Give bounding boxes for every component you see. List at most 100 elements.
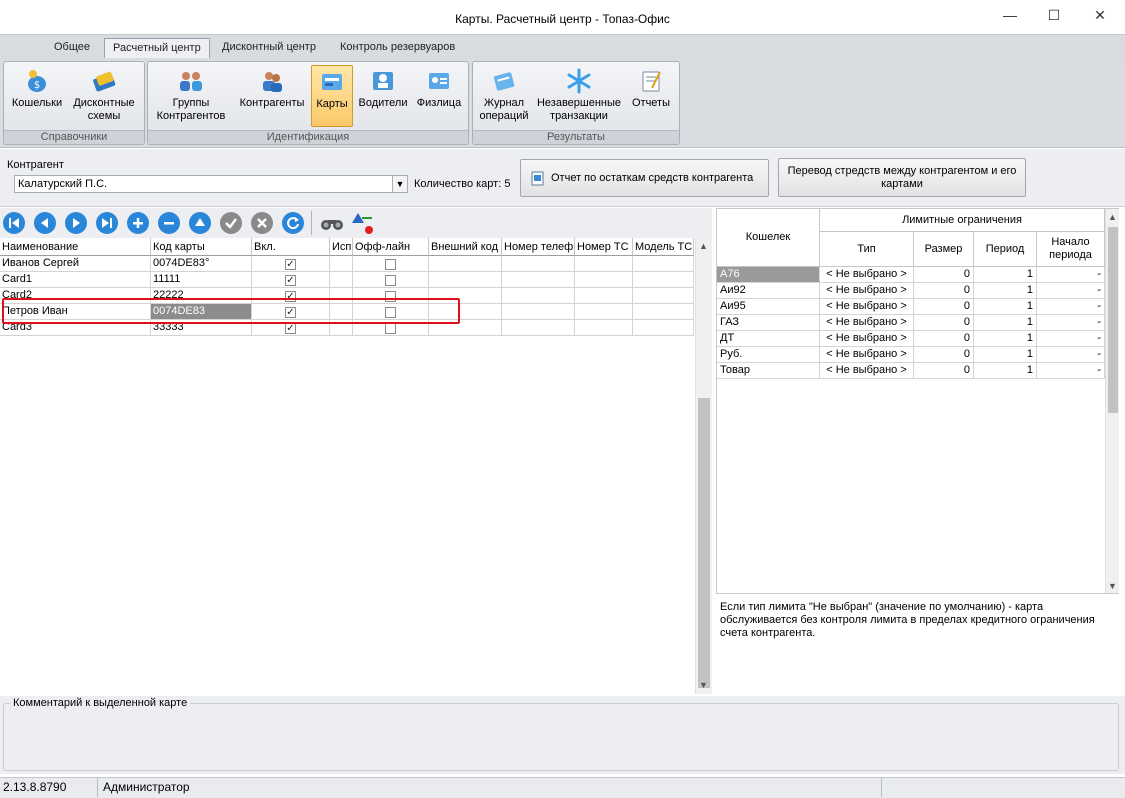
- column-header-enabled[interactable]: Вкл.: [252, 238, 330, 256]
- cards-grid[interactable]: Наименование Код карты Вкл. Исп Офф-лайн…: [0, 238, 712, 694]
- contragent-select[interactable]: Калатурский П.С. ▼: [14, 175, 408, 193]
- cell-size[interactable]: 0: [914, 299, 974, 315]
- cell-period[interactable]: 1: [974, 283, 1037, 299]
- pending-transactions-button[interactable]: Незавершенные транзакции: [534, 65, 624, 127]
- reports-button[interactable]: Отчеты: [626, 65, 676, 127]
- cell-period[interactable]: 1: [974, 267, 1037, 283]
- column-header-vehicle-number[interactable]: Номер ТС: [575, 238, 633, 256]
- maximize-button[interactable]: ☐: [1031, 0, 1077, 30]
- cell-period[interactable]: 1: [974, 347, 1037, 363]
- last-record-icon[interactable]: [96, 212, 118, 234]
- limits-row[interactable]: Товар < Не выбрано > 0 1 -: [717, 363, 1105, 379]
- offline-checkbox[interactable]: [385, 275, 396, 286]
- cell-type[interactable]: < Не выбрано >: [820, 283, 914, 299]
- cell-offline: [353, 256, 429, 272]
- cell-size[interactable]: 0: [914, 347, 974, 363]
- edit-up-icon[interactable]: [189, 212, 211, 234]
- cancel-x-icon[interactable]: [251, 212, 273, 234]
- close-button[interactable]: ✕: [1077, 0, 1123, 30]
- column-header-external-code[interactable]: Внешний код: [429, 238, 502, 256]
- binoculars-icon[interactable]: [319, 213, 345, 233]
- scroll-thumb[interactable]: [698, 398, 710, 688]
- previous-record-icon[interactable]: [34, 212, 56, 234]
- first-record-icon[interactable]: [3, 212, 25, 234]
- remove-icon[interactable]: [158, 212, 180, 234]
- cell-type[interactable]: < Не выбрано >: [820, 299, 914, 315]
- cell-period[interactable]: 1: [974, 363, 1037, 379]
- tab-tank-control[interactable]: Контроль резервуаров: [332, 38, 463, 58]
- limits-row[interactable]: Аи95 < Не выбрано > 0 1 -: [717, 299, 1105, 315]
- cell-period-start[interactable]: -: [1037, 283, 1105, 299]
- confirm-check-icon[interactable]: [220, 212, 242, 234]
- enabled-checkbox[interactable]: ✓: [285, 323, 296, 334]
- cell-size[interactable]: 0: [914, 315, 974, 331]
- add-icon[interactable]: [127, 212, 149, 234]
- enabled-checkbox[interactable]: ✓: [285, 275, 296, 286]
- cell-period-start[interactable]: -: [1037, 299, 1105, 315]
- scroll-down-icon[interactable]: ▼: [699, 680, 708, 690]
- operations-journal-button[interactable]: Журнал операций: [476, 65, 532, 127]
- column-header-used[interactable]: Исп: [330, 238, 353, 256]
- cell-period-start[interactable]: -: [1037, 315, 1105, 331]
- cell-size[interactable]: 0: [914, 331, 974, 347]
- cell-period-start[interactable]: -: [1037, 331, 1105, 347]
- cards-button[interactable]: Карты: [311, 65, 353, 127]
- enabled-checkbox[interactable]: ✓: [285, 259, 296, 270]
- drivers-button[interactable]: Водители: [355, 65, 411, 127]
- cell-type[interactable]: < Не выбрано >: [820, 267, 914, 283]
- transfer-funds-button[interactable]: Перевод стредств между контрагентом и ег…: [778, 158, 1026, 197]
- cell-period-start[interactable]: -: [1037, 363, 1105, 379]
- scroll-down-icon[interactable]: ▼: [1108, 581, 1117, 591]
- tab-discount-center[interactable]: Дисконтный центр: [214, 38, 324, 58]
- cell-type[interactable]: < Не выбрано >: [820, 331, 914, 347]
- individuals-button[interactable]: Физлица: [413, 65, 465, 127]
- limits-row[interactable]: Аи92 < Не выбрано > 0 1 -: [717, 283, 1105, 299]
- next-record-icon[interactable]: [65, 212, 87, 234]
- filter-reset-icon[interactable]: [350, 211, 376, 235]
- button-label: Водители: [358, 97, 408, 109]
- cell-type[interactable]: < Не выбрано >: [820, 363, 914, 379]
- column-header-name[interactable]: Наименование: [0, 238, 151, 256]
- refresh-icon[interactable]: [282, 212, 304, 234]
- cell-period-start[interactable]: -: [1037, 267, 1105, 283]
- discount-schemes-button[interactable]: Дисконтные схемы: [68, 65, 140, 127]
- table-row[interactable]: Иванов Сергей 0074DE83° ✓: [0, 256, 694, 272]
- limits-row[interactable]: ДТ < Не выбрано > 0 1 -: [717, 331, 1105, 347]
- limits-row[interactable]: ГАЗ < Не выбрано > 0 1 -: [717, 315, 1105, 331]
- cell-period-start[interactable]: -: [1037, 347, 1105, 363]
- offline-checkbox[interactable]: [385, 323, 396, 334]
- cell-size[interactable]: 0: [914, 267, 974, 283]
- cell-card-code: 0074DE83°: [151, 256, 252, 272]
- limits-row[interactable]: Руб. < Не выбрано > 0 1 -: [717, 347, 1105, 363]
- table-row[interactable]: Card1 11111 ✓: [0, 272, 694, 288]
- minimize-button[interactable]: —: [987, 0, 1033, 30]
- column-header-phone[interactable]: Номер телеф: [502, 238, 575, 256]
- contragents-button[interactable]: Контрагенты: [235, 65, 309, 127]
- cell-size[interactable]: 0: [914, 363, 974, 379]
- balance-report-button[interactable]: Отчет по остаткам средств контрагента: [520, 159, 769, 197]
- column-header-vehicle-model[interactable]: Модель ТС: [633, 238, 694, 256]
- limits-scrollbar[interactable]: ▲ ▼: [1105, 209, 1119, 593]
- scroll-up-icon[interactable]: ▲: [1108, 212, 1117, 222]
- contragent-groups-button[interactable]: Группы Контрагентов: [152, 65, 230, 127]
- offline-checkbox[interactable]: [385, 259, 396, 270]
- wallets-button[interactable]: $ Кошельки: [8, 65, 66, 127]
- chevron-down-icon[interactable]: ▼: [392, 176, 407, 192]
- cell-wallet: А76: [717, 267, 820, 283]
- scroll-thumb[interactable]: [1108, 227, 1118, 413]
- comment-field[interactable]: [3, 703, 1119, 771]
- cell-type[interactable]: < Не выбрано >: [820, 315, 914, 331]
- button-label: Незавершенные транзакции: [536, 97, 622, 122]
- cell-period[interactable]: 1: [974, 299, 1037, 315]
- column-header-card-code[interactable]: Код карты: [151, 238, 252, 256]
- tab-general[interactable]: Общее: [46, 38, 98, 58]
- cell-period[interactable]: 1: [974, 315, 1037, 331]
- cell-type[interactable]: < Не выбрано >: [820, 347, 914, 363]
- column-header-offline[interactable]: Офф-лайн: [353, 238, 429, 256]
- scroll-up-icon[interactable]: ▲: [699, 241, 708, 251]
- limits-row[interactable]: А76 < Не выбрано > 0 1 -: [717, 267, 1105, 283]
- tab-settlement-center[interactable]: Расчетный центр: [104, 38, 210, 58]
- grid-scrollbar[interactable]: ▲ ▼: [695, 238, 712, 694]
- cell-period[interactable]: 1: [974, 331, 1037, 347]
- cell-size[interactable]: 0: [914, 283, 974, 299]
